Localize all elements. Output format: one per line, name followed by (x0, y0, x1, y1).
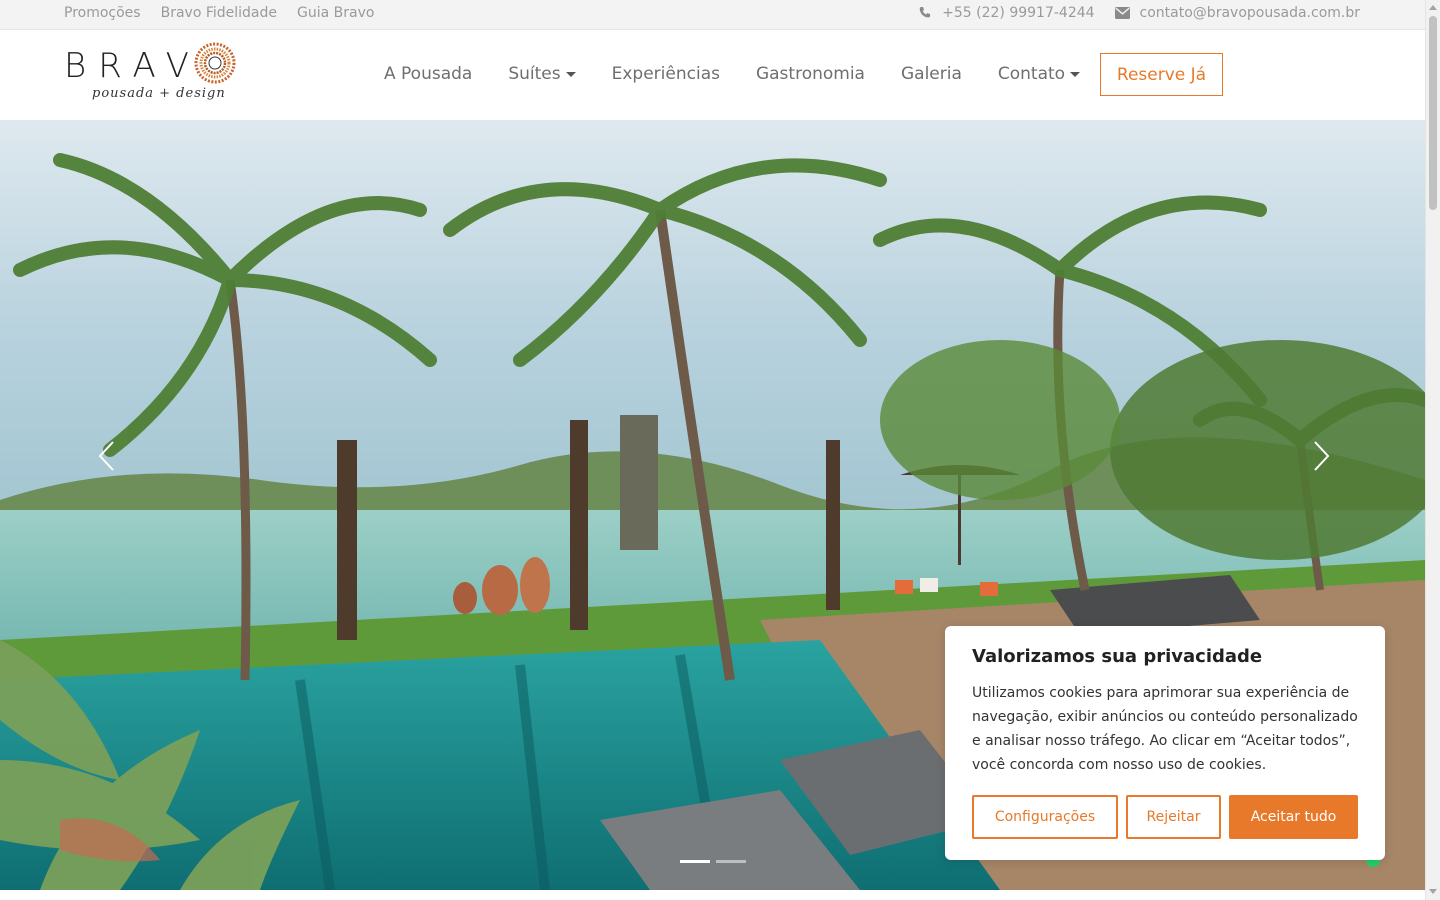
cookie-settings-button[interactable]: Configurações (972, 795, 1118, 839)
logo-wordmark: BRAV (64, 46, 201, 86)
nav-label: Suítes (508, 64, 561, 84)
phone-contact[interactable]: +55 (22) 99917-4244 (918, 5, 1095, 21)
page-scrollbar[interactable] (1425, 0, 1440, 900)
nav-item-pousada[interactable]: A Pousada (384, 64, 472, 84)
nav-item-suites[interactable]: Suítes (508, 64, 576, 84)
nav-item-experiencias[interactable]: Experiências (612, 64, 720, 84)
nav-label: Gastronomia (755, 64, 865, 84)
chevron-right-icon[interactable] (1300, 436, 1340, 476)
logo-tagline: pousada + design (92, 86, 226, 101)
main-nav: A Pousada Suítes Experiências Gastronomi… (384, 64, 1081, 84)
sun-mandala-icon (194, 42, 236, 84)
cookie-reject-button[interactable]: Rejeitar (1126, 795, 1221, 839)
cookie-accept-button[interactable]: Aceitar tudo (1229, 795, 1358, 839)
top-link-promocoes[interactable]: Promoções (64, 5, 141, 21)
envelope-icon (1114, 7, 1130, 19)
cookie-consent-banner: Valorizamos sua privacidade Utilizamos c… (945, 626, 1385, 860)
cookie-buttons: Configurações Rejeitar Aceitar tudo (972, 795, 1358, 839)
nav-label: A Pousada (384, 64, 473, 84)
phone-icon (919, 7, 931, 18)
carousel-indicator-2[interactable] (716, 860, 746, 863)
nav-item-contato[interactable]: Contato (997, 64, 1081, 84)
reserve-button[interactable]: Reserve Já (1100, 53, 1223, 96)
nav-item-gastronomia[interactable]: Gastronomia (756, 64, 865, 84)
top-contact: +55 (22) 99917-4244 contato@bravopousada… (918, 5, 1360, 21)
caret-down-icon (565, 71, 576, 77)
top-link-fidelidade[interactable]: Bravo Fidelidade (161, 5, 277, 21)
email-address: contato@bravopousada.com.br (1139, 5, 1360, 21)
carousel-indicator-1[interactable] (680, 860, 710, 863)
top-links: Promoções Bravo Fidelidade Guia Bravo (64, 5, 374, 21)
logo[interactable]: BRAV pousada + design (64, 42, 236, 108)
nav-label: Galeria (900, 64, 962, 84)
top-utility-bar: Promoções Bravo Fidelidade Guia Bravo +5… (0, 0, 1425, 30)
cookie-title: Valorizamos sua privacidade (972, 646, 1263, 667)
nav-label: Contato (997, 64, 1066, 84)
email-contact[interactable]: contato@bravopousada.com.br (1114, 5, 1360, 21)
main-header: BRAV pousada + design A Pousada Suítes E… (0, 30, 1425, 120)
caret-down-icon (1070, 71, 1081, 77)
scroll-up-arrow-icon[interactable] (1429, 5, 1437, 10)
top-link-guia[interactable]: Guia Bravo (297, 5, 374, 21)
carousel-indicators (680, 860, 746, 863)
chevron-left-icon[interactable] (88, 436, 128, 476)
nav-item-galeria[interactable]: Galeria (901, 64, 962, 84)
phone-number: +55 (22) 99917-4244 (942, 5, 1095, 21)
nav-label: Experiências (611, 64, 720, 84)
scroll-down-arrow-icon[interactable] (1429, 889, 1437, 894)
cookie-text: Utilizamos cookies para aprimorar sua ex… (972, 685, 1358, 773)
scrollbar-thumb[interactable] (1429, 16, 1437, 210)
